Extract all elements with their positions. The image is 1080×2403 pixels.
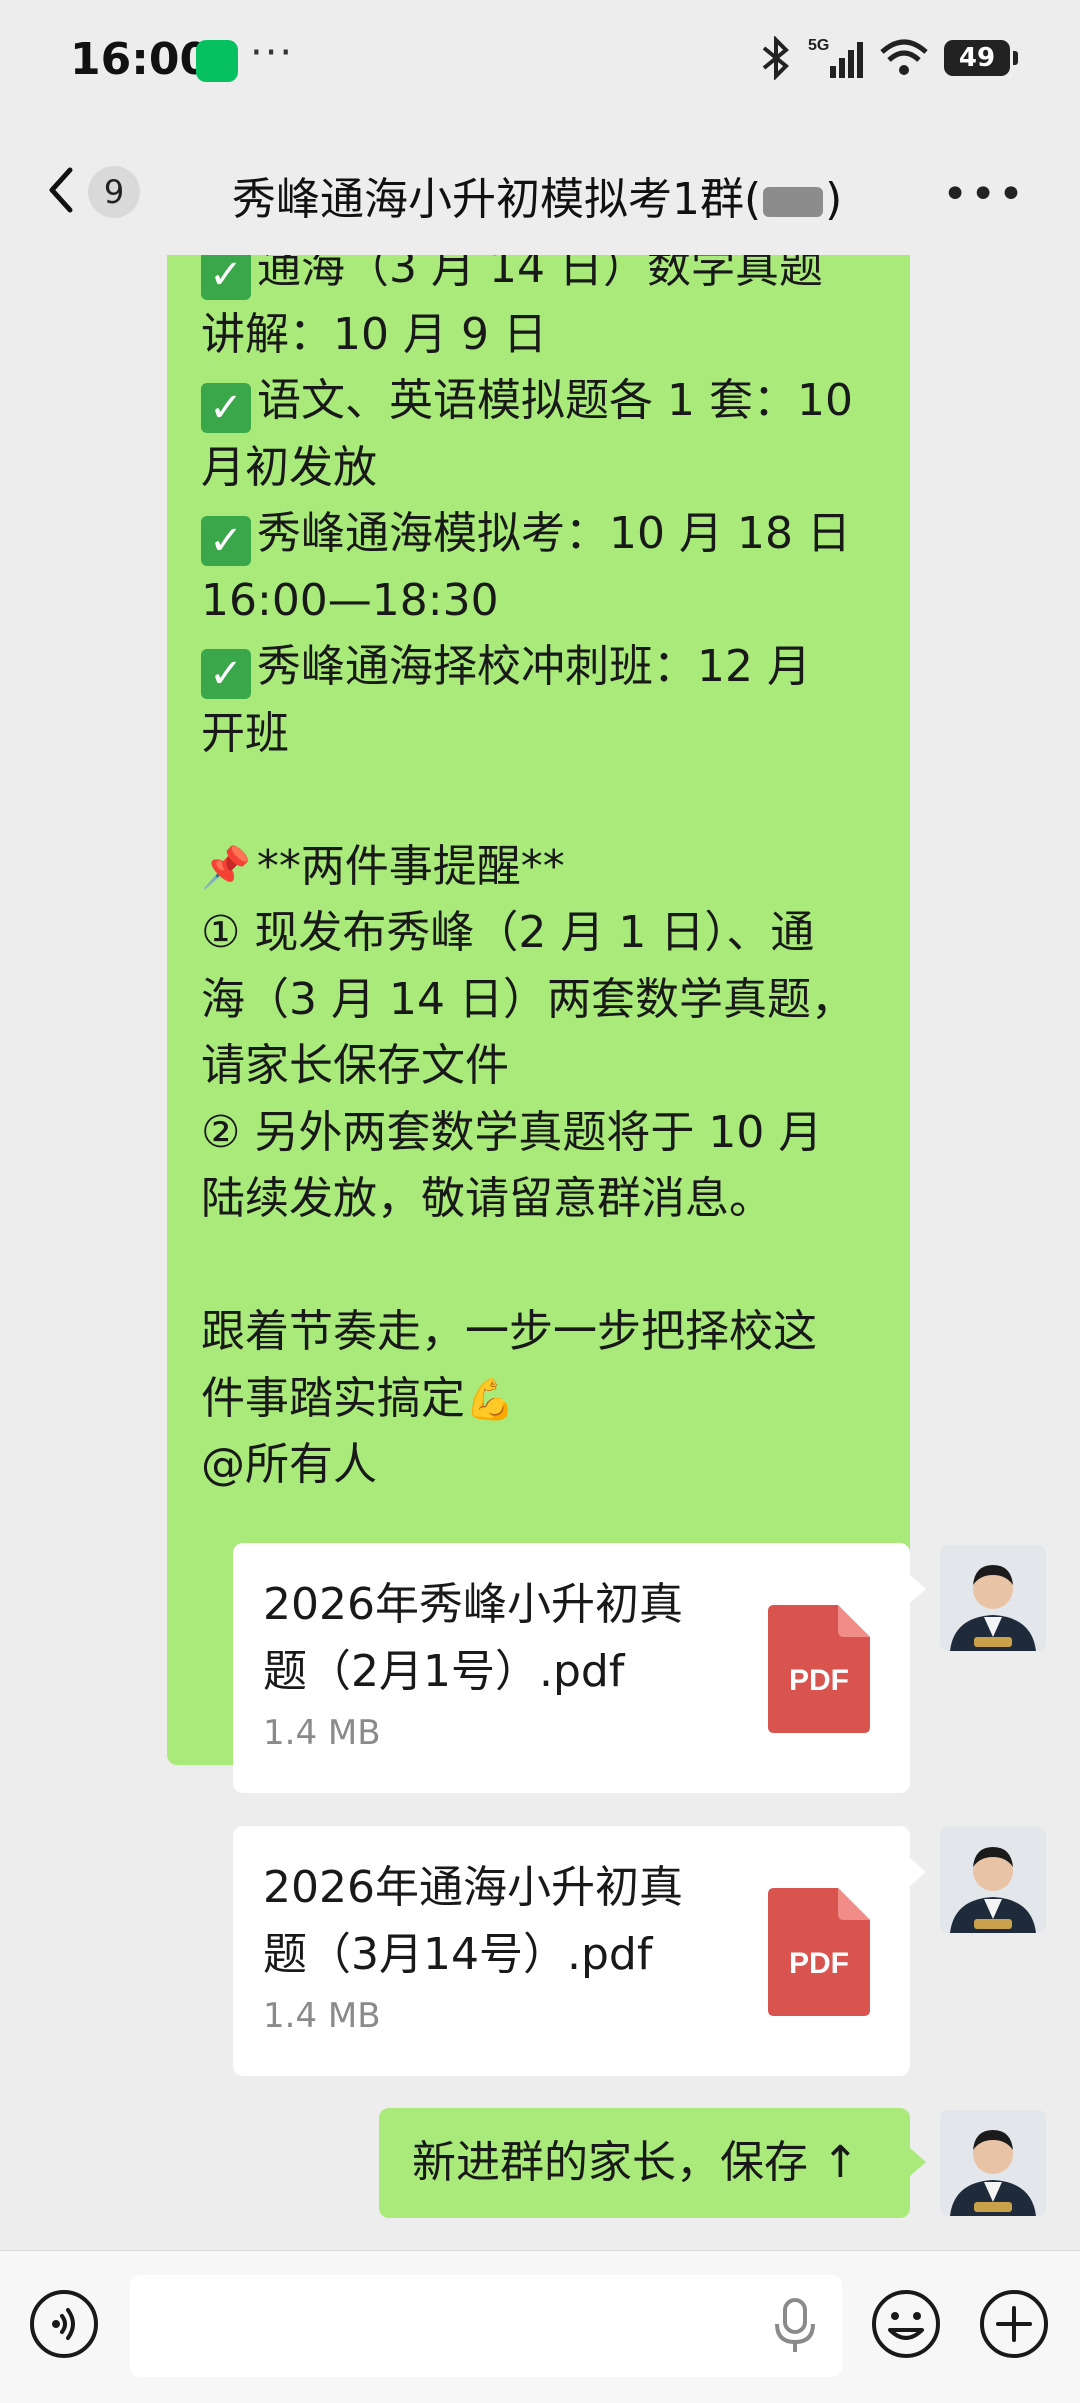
message-line: 陆续发放，敬请留意群消息。 <box>201 1173 773 1224</box>
file-name: 2026年秀峰小升初真题（2月1号）.pdf <box>263 1579 683 1697</box>
file-name: 2026年通海小升初真题（3月14号）.pdf <box>263 1862 683 1980</box>
message-line: ✓ 秀峰通海模拟考：10 月 18 日 <box>201 501 876 568</box>
message-line: 跟着节奏走，一步一步把择校这 <box>201 1306 817 1357</box>
message-line: 请家长保存文件 <box>201 1040 509 1091</box>
pdf-label: PDF <box>789 1664 849 1697</box>
chat-title-text: 秀峰通海小升初模拟考1群( <box>232 174 762 225</box>
file-message[interactable]: 2026年通海小升初真题（3月14号）.pdf 1.4 MB PDF <box>233 1826 926 2076</box>
message-line: 件事踏实搞定💪 <box>201 1366 876 1433</box>
pdf-file-icon: PDF <box>768 1888 870 2016</box>
checkmark-icon: ✓ <box>201 255 251 300</box>
avatar[interactable] <box>940 1545 1046 1651</box>
wifi-icon <box>880 39 928 75</box>
message-line: ✓ 通海（3 月 14 日）数学真题 <box>201 255 876 302</box>
file-size: 1.4 MB <box>263 1996 381 2036</box>
wechat-notification-icon <box>196 40 238 82</box>
more-notifications-icon: ··· <box>250 30 295 76</box>
file-size: 1.4 MB <box>263 1713 381 1753</box>
checkmark-icon: ✓ <box>201 516 251 566</box>
avatar[interactable] <box>940 1827 1046 1933</box>
message-line: 开班 <box>201 707 289 759</box>
message-line: ① 现发布秀峰（2 月 1 日）、通 <box>201 907 815 958</box>
message-line <box>201 767 876 834</box>
message-line: ② 另外两套数学真题将于 10 月 <box>201 1106 823 1158</box>
message-line <box>201 1233 876 1300</box>
status-bar: 16:00 ··· 5G 49 <box>0 0 1080 125</box>
message-line: @所有人 <box>201 1439 377 1490</box>
message-input-bar <box>0 2250 1080 2403</box>
text-message[interactable]: 新进群的家长，保存 ↑ <box>379 2108 926 2218</box>
checkmark-icon: ✓ <box>201 383 251 433</box>
message-line: ✓ 秀峰通海择校冲刺班：12 月 <box>201 634 876 701</box>
avatar-image <box>940 2110 1046 2216</box>
more-options-icon[interactable]: ••• <box>942 169 1026 220</box>
pdf-file-icon: PDF <box>768 1605 870 1733</box>
avatar-image <box>940 1827 1046 1933</box>
avatar-image <box>940 1545 1046 1651</box>
battery-level: 49 <box>958 43 996 73</box>
message-list[interactable]: ✓ 通海（3 月 14 日）数学真题 讲解：10 月 9 日 ✓ 语文、英语模拟题各… <box>0 255 1080 2250</box>
network-type-label: 5G <box>808 37 829 54</box>
voice-input-icon[interactable] <box>28 2288 100 2360</box>
message-line: ✓ 语文、英语模拟题各 1 套：10 <box>201 368 876 435</box>
message-line: 讲解：10 月 9 日 <box>201 308 547 360</box>
redacted-text <box>763 187 824 217</box>
message-line: 海（3 月 14 日）两套数学真题， <box>201 973 855 1025</box>
chat-header: 9 秀峰通海小升初模拟考1群() ••• <box>0 125 1080 255</box>
status-time: 16:00 <box>70 34 211 85</box>
avatar[interactable] <box>940 2110 1046 2216</box>
chat-title: 秀峰通海小升初模拟考1群() <box>232 163 842 227</box>
bluetooth-icon <box>762 36 789 80</box>
message-line: 月初发放 <box>201 441 377 493</box>
battery-indicator: 49 <box>944 40 1018 76</box>
chat-title-end: ) <box>825 174 843 225</box>
message-line: 16:00—18:30 <box>201 574 499 626</box>
message-input[interactable] <box>130 2275 842 2377</box>
pdf-label: PDF <box>789 1947 849 1980</box>
status-icons: 5G 49 <box>758 36 1018 80</box>
announcement-message[interactable]: ✓ 通海（3 月 14 日）数学真题 讲解：10 月 9 日 ✓ 语文、英语模拟题各… <box>167 255 910 1765</box>
flexed-biceps-icon: 💪 <box>465 1376 515 1423</box>
microphone-icon[interactable] <box>770 2298 820 2354</box>
emoji-icon[interactable] <box>870 2288 942 2360</box>
signal-icon: 5G <box>808 37 863 78</box>
checkmark-icon: ✓ <box>201 649 251 699</box>
plus-icon[interactable] <box>978 2288 1050 2360</box>
message-text: 新进群的家长，保存 ↑ <box>412 2137 859 2188</box>
file-message[interactable]: 2026年秀峰小升初真题（2月1号）.pdf 1.4 MB PDF <box>233 1543 926 1793</box>
message-line: 📌 **两件事提醒** <box>201 834 876 901</box>
pushpin-icon: 📌 <box>201 844 251 891</box>
unread-count-badge[interactable]: 9 <box>88 166 140 218</box>
